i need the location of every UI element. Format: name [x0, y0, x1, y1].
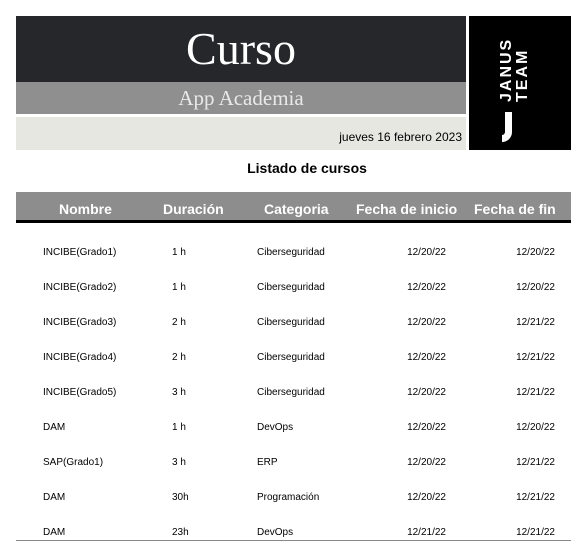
cell-fecha-inicio: 12/20/22 [407, 422, 446, 433]
cell-duracion: 23h [172, 527, 189, 538]
cell-nombre: INCIBE(Grado4) [43, 352, 117, 363]
cell-duracion: 1 h [172, 422, 186, 433]
cell-fecha-fin: 12/21/22 [516, 457, 555, 468]
cell-duracion: 2 h [172, 352, 186, 363]
cell-categoria: Ciberseguridad [257, 352, 325, 363]
table-row: INCIBE(Grado5) 3 h Ciberseguridad 12/20/… [0, 387, 580, 407]
column-header-fecha-inicio: Fecha de inicio [356, 201, 458, 217]
date-band: jueves 16 febrero 2023 [16, 117, 466, 150]
cell-fecha-fin: 12/21/22 [516, 387, 555, 398]
cell-fecha-fin: 12/20/22 [516, 247, 555, 258]
janus-team-logo: JANUS TEAM [469, 16, 571, 150]
cell-nombre: SAP(Grado1) [43, 457, 104, 468]
column-header-nombre: Nombre [59, 201, 112, 217]
cell-nombre: INCIBE(Grado1) [43, 247, 117, 258]
cell-nombre: INCIBE(Grado5) [43, 387, 117, 398]
cell-fecha-inicio: 12/21/22 [407, 527, 446, 538]
cell-fecha-inicio: 12/20/22 [407, 387, 446, 398]
cell-fecha-fin: 12/20/22 [516, 282, 555, 293]
cell-categoria: Ciberseguridad [257, 317, 325, 328]
cell-categoria: ERP [257, 457, 278, 468]
cell-fecha-inicio: 12/20/22 [407, 317, 446, 328]
listing-title: Listado de cursos [247, 160, 367, 176]
cell-fecha-fin: 12/21/22 [516, 527, 555, 538]
column-header-duracion: Duración [163, 201, 224, 217]
table-row: SAP(Grado1) 3 h ERP 12/20/22 12/21/22 [0, 457, 580, 477]
logo-line-team: TEAM [514, 48, 531, 102]
logo-line-janus: JANUS [498, 37, 515, 102]
table-header: Nombre Duración Categoria Fecha de inici… [16, 192, 571, 223]
cell-fecha-fin: 12/21/22 [516, 317, 555, 328]
table-row: INCIBE(Grado3) 2 h Ciberseguridad 12/20/… [0, 317, 580, 337]
cell-duracion: 3 h [172, 387, 186, 398]
cell-categoria: Ciberseguridad [257, 282, 325, 293]
logo-wordmark: JANUS TEAM [498, 26, 531, 102]
cell-fecha-inicio: 12/20/22 [407, 492, 446, 503]
cell-categoria: DevOps [257, 527, 294, 538]
report-subtitle: App Academia [16, 82, 466, 114]
cell-nombre: DAM [43, 492, 66, 503]
cell-nombre: INCIBE(Grado3) [43, 317, 117, 328]
cell-categoria: Ciberseguridad [257, 247, 325, 258]
cell-categoria: Ciberseguridad [257, 387, 325, 398]
cell-categoria: DevOps [257, 422, 294, 433]
cell-duracion: 3 h [172, 457, 186, 468]
cell-fecha-fin: 12/21/22 [516, 352, 555, 363]
cell-nombre: DAM [43, 527, 66, 538]
cell-fecha-fin: 12/20/22 [516, 422, 555, 433]
cell-fecha-fin: 12/21/22 [516, 492, 555, 503]
logo-j-icon [502, 112, 512, 142]
cell-nombre: INCIBE(Grado2) [43, 282, 117, 293]
table-row: DAM 1 h DevOps 12/20/22 12/20/22 [0, 422, 580, 442]
cell-nombre: DAM [43, 422, 66, 433]
table-row: INCIBE(Grado4) 2 h Ciberseguridad 12/20/… [0, 352, 580, 372]
column-header-categoria: Categoria [264, 201, 329, 217]
cell-duracion: 2 h [172, 317, 186, 328]
cell-duracion: 30h [172, 492, 189, 503]
report-title: Curso [16, 16, 466, 82]
table-row: INCIBE(Grado2) 1 h Ciberseguridad 12/20/… [0, 282, 580, 302]
cell-fecha-inicio: 12/20/22 [407, 282, 446, 293]
cell-duracion: 1 h [172, 282, 186, 293]
cell-fecha-inicio: 12/20/22 [407, 352, 446, 363]
column-header-fecha-fin: Fecha de fin [474, 201, 556, 217]
report-date: jueves 16 febrero 2023 [339, 130, 462, 144]
cell-fecha-inicio: 12/20/22 [407, 457, 446, 468]
table-row: DAM 30h Programación 12/20/22 12/21/22 [0, 492, 580, 512]
cell-fecha-inicio: 12/20/22 [407, 247, 446, 258]
cell-duracion: 1 h [172, 247, 186, 258]
cell-categoria: Programación [257, 492, 320, 503]
table-row: DAM 23h DevOps 12/21/22 12/21/22 [0, 527, 580, 547]
table-row: INCIBE(Grado1) 1 h Ciberseguridad 12/20/… [0, 247, 580, 267]
